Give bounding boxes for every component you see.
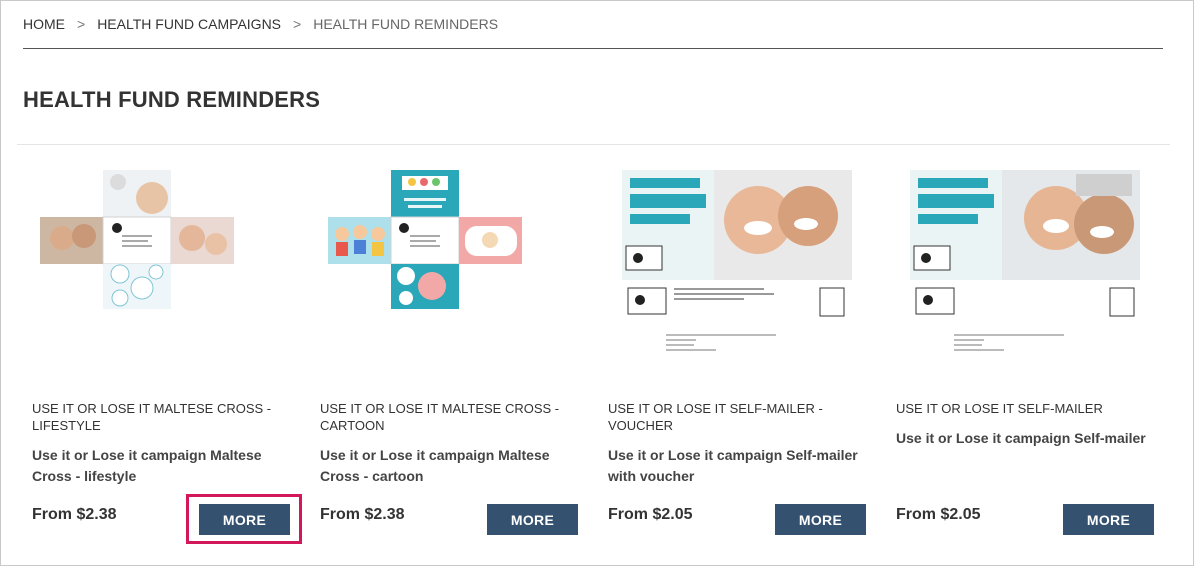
title-divider [17,144,1170,145]
product-category: USE IT OR LOSE IT MALTESE CROSS - LIFEST… [32,401,272,433]
product-description: Use it or Lose it campaign Maltese Cross… [320,447,550,484]
breadcrumb-divider [23,48,1163,49]
product-thumbnail-self-mailer-voucher[interactable] [608,160,878,360]
product-description: Use it or Lose it campaign Self-mailer [896,430,1146,446]
more-button[interactable]: MORE [487,504,578,535]
breadcrumb: HOME > HEALTH FUND CAMPAIGNS > HEALTH FU… [23,16,498,32]
breadcrumb-home[interactable]: HOME [23,16,65,32]
product-category: USE IT OR LOSE IT SELF-MAILER - VOUCHER [608,401,823,433]
product-card: USE IT OR LOSE IT MALTESE CROSS - LIFEST… [32,160,302,550]
product-thumbnail-maltese-cartoon[interactable] [320,160,590,360]
product-card: USE IT OR LOSE IT MALTESE CROSS - CARTOO… [320,160,590,550]
product-price: From $2.05 [608,506,693,523]
product-description: Use it or Lose it campaign Self-mailer w… [608,447,858,484]
product-card: USE IT OR LOSE IT SELF-MAILER - VOUCHER … [608,160,878,550]
product-thumbnail-maltese-lifestyle[interactable] [32,160,302,360]
product-price: From $2.38 [320,506,405,523]
product-category: USE IT OR LOSE IT MALTESE CROSS - CARTOO… [320,401,560,433]
product-price: From $2.38 [32,506,117,523]
more-button[interactable]: MORE [775,504,866,535]
product-category: USE IT OR LOSE IT SELF-MAILER [896,401,1103,416]
product-description: Use it or Lose it campaign Maltese Cross… [32,447,262,484]
breadcrumb-separator: > [293,16,302,32]
more-button[interactable]: MORE [1063,504,1154,535]
product-price: From $2.05 [896,506,981,523]
page-title: HEALTH FUND REMINDERS [23,87,321,112]
highlight-box [186,494,302,544]
breadcrumb-separator: > [77,16,86,32]
breadcrumb-health-fund-campaigns[interactable]: HEALTH FUND CAMPAIGNS [97,16,281,32]
breadcrumb-current: HEALTH FUND REMINDERS [313,16,499,32]
product-card: USE IT OR LOSE IT SELF-MAILER Use it or … [896,160,1166,550]
product-thumbnail-self-mailer[interactable] [896,160,1166,360]
